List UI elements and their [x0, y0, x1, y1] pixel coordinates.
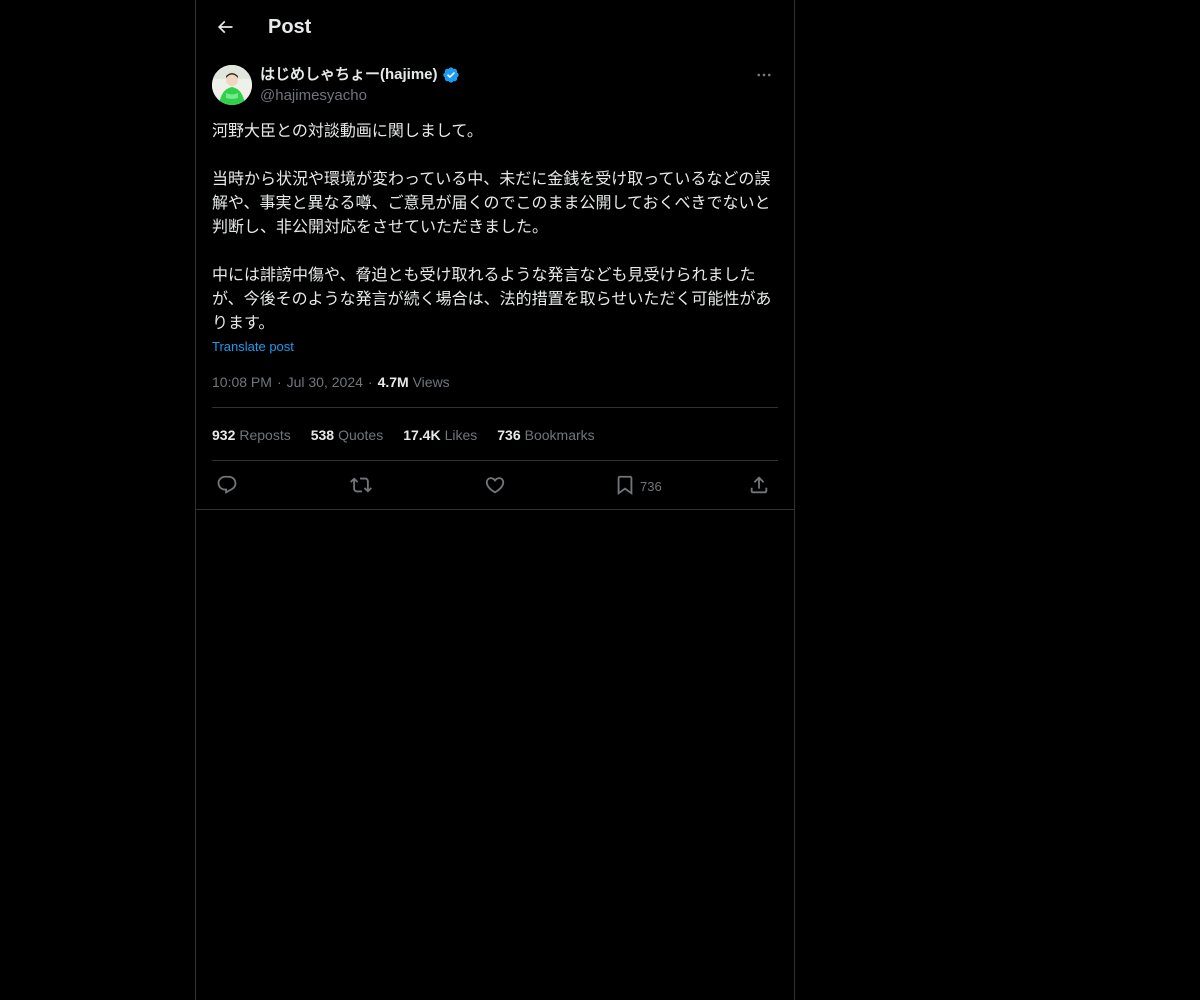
repost-icon: [350, 474, 372, 496]
reposts-label: Reposts: [239, 427, 291, 443]
bookmark-button[interactable]: 736: [614, 472, 662, 498]
share-button[interactable]: [748, 472, 770, 498]
meta-separator: ·: [367, 374, 373, 390]
heart-icon: [484, 474, 506, 496]
author-handle[interactable]: @hajimesyacho: [260, 86, 367, 106]
verified-badge-icon[interactable]: [442, 66, 460, 84]
more-options-button[interactable]: [750, 64, 778, 86]
bookmarks-label: Bookmarks: [524, 427, 595, 443]
page-title: Post: [268, 16, 312, 38]
author-display-name[interactable]: はじめしゃちょー(hajime): [260, 65, 438, 85]
reposts-stat[interactable]: 932 Reposts: [212, 425, 291, 445]
post-date[interactable]: Jul 30, 2024: [287, 374, 363, 390]
share-icon: [748, 474, 770, 496]
post-paragraph: 中には誹謗中傷や、脅迫とも受け取れるような発言なども見受けられましたが、今後その…: [212, 265, 772, 332]
divider: [212, 460, 778, 461]
like-button[interactable]: [484, 472, 506, 498]
post-paragraph: 河野大臣との対談動画に関しまして。: [212, 121, 483, 140]
name-line: はじめしゃちょー(hajime): [260, 65, 460, 85]
bookmark-icon: [614, 474, 636, 496]
bookmarks-count: 736: [497, 427, 521, 443]
page-header: Post: [196, 0, 794, 53]
action-bar: 736: [212, 472, 778, 498]
likes-stat[interactable]: 17.4K Likes: [403, 425, 477, 445]
bookmarks-stat[interactable]: 736 Bookmarks: [497, 425, 594, 445]
quotes-count: 538: [310, 427, 335, 443]
post-column: Post はじめしゃちょー(hajime) @hajimesyacho 河野大臣…: [195, 0, 795, 1000]
likes-label: Likes: [444, 427, 478, 443]
post-text: 河野大臣との対談動画に関しまして。 当時から状況や環境が変わっている中、未だに金…: [212, 119, 778, 335]
more-horizontal-icon: [755, 66, 773, 84]
reposts-count: 932: [212, 427, 236, 443]
repost-button[interactable]: [350, 472, 372, 498]
arrow-left-icon: [215, 17, 235, 37]
views-count: 4.7M: [377, 374, 409, 390]
post-paragraph: 当時から状況や環境が変わっている中、未だに金銭を受け取っているなどの誤解や、事実…: [212, 169, 771, 236]
quotes-label: Quotes: [338, 427, 384, 443]
post-author: はじめしゃちょー(hajime) @hajimesyacho: [212, 64, 778, 106]
meta-separator: ·: [276, 374, 282, 390]
reply-button[interactable]: [216, 472, 238, 498]
post-time[interactable]: 10:08 PM: [212, 374, 272, 390]
post-meta: 10:08 PM · Jul 30, 2024 · 4.7M Views: [212, 372, 450, 392]
bookmark-count: 736: [640, 479, 662, 494]
divider: [212, 407, 778, 408]
avatar[interactable]: [212, 65, 252, 105]
back-button[interactable]: [208, 10, 242, 44]
quotes-stat[interactable]: 538 Quotes: [311, 425, 384, 445]
post-stats: 932 Reposts 538 Quotes 17.4K Likes 736 Bookm…: [212, 425, 595, 445]
reply-icon: [216, 474, 238, 496]
views-label: Views: [412, 374, 450, 390]
translate-post-link[interactable]: Translate post: [212, 338, 294, 356]
likes-count: 17.4K: [403, 427, 441, 443]
post-bottom-border: [196, 509, 794, 510]
